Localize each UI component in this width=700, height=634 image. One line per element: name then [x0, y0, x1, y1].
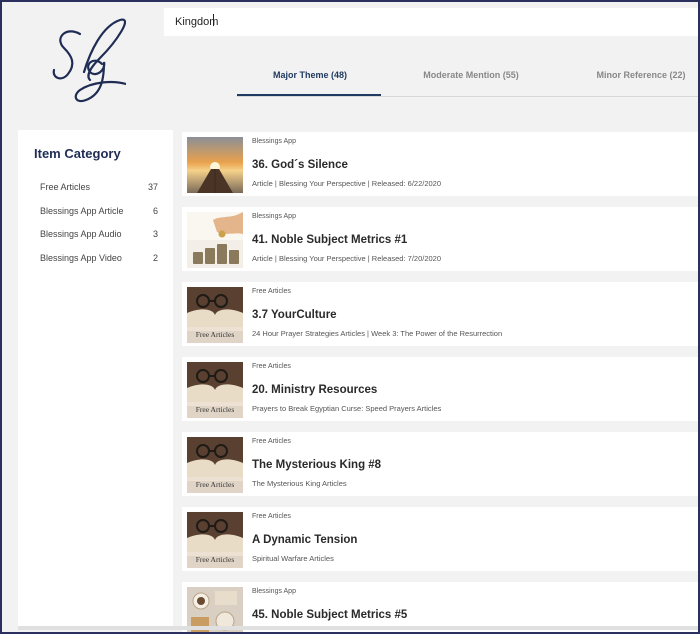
- thumbnail-label: Free Articles: [187, 327, 243, 343]
- result-card[interactable]: Free Articles Free Articles 3.7 YourCult…: [182, 282, 700, 346]
- sidebar-item-count: 2: [152, 253, 158, 263]
- sidebar-item-blessings-app-video[interactable]: Blessings App Video 2: [40, 251, 158, 267]
- search-bar[interactable]: [164, 8, 698, 36]
- result-category: Free Articles: [252, 513, 291, 520]
- sidebar-item-free-articles[interactable]: Free Articles 37: [40, 180, 158, 196]
- tab-bar: Major Theme (48) Moderate Mention (55) M…: [164, 36, 698, 126]
- result-title[interactable]: 45. Noble Subject Metrics #5: [252, 609, 407, 621]
- thumbnail-label: Free Articles: [187, 552, 243, 568]
- sidebar-item-count: 3: [152, 229, 158, 239]
- horizontal-scrollbar[interactable]: [18, 626, 700, 630]
- result-title[interactable]: The Mysterious King #8: [252, 459, 381, 471]
- tab-moderate-mention[interactable]: Moderate Mention (55): [398, 70, 544, 96]
- result-card[interactable]: Blessings App 36. God´s Silence Article …: [182, 132, 700, 196]
- result-title[interactable]: 3.7 YourCulture: [252, 309, 337, 321]
- sidebar-item-label: Blessings App Article: [40, 206, 124, 216]
- tab-label: Moderate Mention (55): [423, 70, 519, 80]
- active-tab-indicator: [237, 94, 381, 96]
- tabs-divider: [237, 96, 698, 97]
- book-glasses-thumbnail[interactable]: Free Articles: [187, 362, 243, 418]
- sidebar-item-label: Blessings App Video: [40, 253, 122, 263]
- result-category: Blessings App: [252, 588, 296, 595]
- book-glasses-thumbnail[interactable]: Free Articles: [187, 512, 243, 568]
- tab-label: Minor Reference (22): [596, 70, 686, 80]
- sidebar-title: Item Category: [34, 146, 121, 161]
- result-category: Free Articles: [252, 288, 291, 295]
- book-glasses-thumbnail[interactable]: Free Articles: [187, 287, 243, 343]
- thumbnail-label: Free Articles: [187, 402, 243, 418]
- result-meta: Spiritual Warfare Articles: [252, 554, 334, 563]
- sidebar-item-count: 37: [147, 182, 158, 192]
- result-meta: Prayers to Break Egyptian Curse: Speed P…: [252, 404, 442, 413]
- sidebar-item-blessings-app-audio[interactable]: Blessings App Audio 3: [40, 227, 158, 243]
- sidebar-item-count: 6: [152, 206, 158, 216]
- sidebar-item-label: Blessings App Audio: [40, 229, 122, 239]
- results-list: Blessings App 36. God´s Silence Article …: [182, 130, 700, 634]
- result-category: Free Articles: [252, 438, 291, 445]
- result-category: Blessings App: [252, 138, 296, 145]
- result-card[interactable]: Blessings App 41. Noble Subject Metrics …: [182, 207, 700, 271]
- result-card[interactable]: Free Articles Free Articles A Dynamic Te…: [182, 507, 700, 571]
- tab-major-theme[interactable]: Major Theme (48): [237, 70, 383, 96]
- result-title[interactable]: 41. Noble Subject Metrics #1: [252, 234, 407, 246]
- result-card[interactable]: Free Articles Free Articles The Mysterio…: [182, 432, 700, 496]
- result-meta: The Mysterious King Articles: [252, 479, 347, 488]
- result-meta: Article | Blessing Your Perspective | Re…: [252, 179, 442, 188]
- sidebar-item-label: Free Articles: [40, 182, 91, 192]
- tab-label: Major Theme (48): [272, 70, 348, 80]
- result-title[interactable]: A Dynamic Tension: [252, 534, 357, 546]
- result-meta: 24 Hour Prayer Strategies Articles | Wee…: [252, 329, 503, 338]
- coins-hand-thumbnail[interactable]: [187, 212, 243, 268]
- search-input[interactable]: [175, 15, 575, 29]
- result-category: Blessings App: [252, 213, 296, 220]
- slg-logo[interactable]: [46, 12, 126, 112]
- result-meta: Article | Blessing Your Perspective | Re…: [252, 254, 442, 263]
- category-sidebar: Item Category Free Articles 37 Blessings…: [18, 130, 173, 630]
- result-category: Free Articles: [252, 363, 291, 370]
- result-title[interactable]: 20. Ministry Resources: [252, 384, 377, 396]
- logo-area: [2, 2, 164, 126]
- thumbnail-label: Free Articles: [187, 477, 243, 493]
- result-title[interactable]: 36. God´s Silence: [252, 159, 348, 171]
- result-card[interactable]: Free Articles Free Articles 20. Ministry…: [182, 357, 700, 421]
- text-caret: [213, 14, 214, 26]
- pier-sunset-thumbnail[interactable]: [187, 137, 243, 193]
- book-glasses-thumbnail[interactable]: Free Articles: [187, 437, 243, 493]
- sidebar-item-blessings-app-article[interactable]: Blessings App Article 6: [40, 204, 158, 220]
- tab-minor-reference[interactable]: Minor Reference (22): [568, 70, 700, 96]
